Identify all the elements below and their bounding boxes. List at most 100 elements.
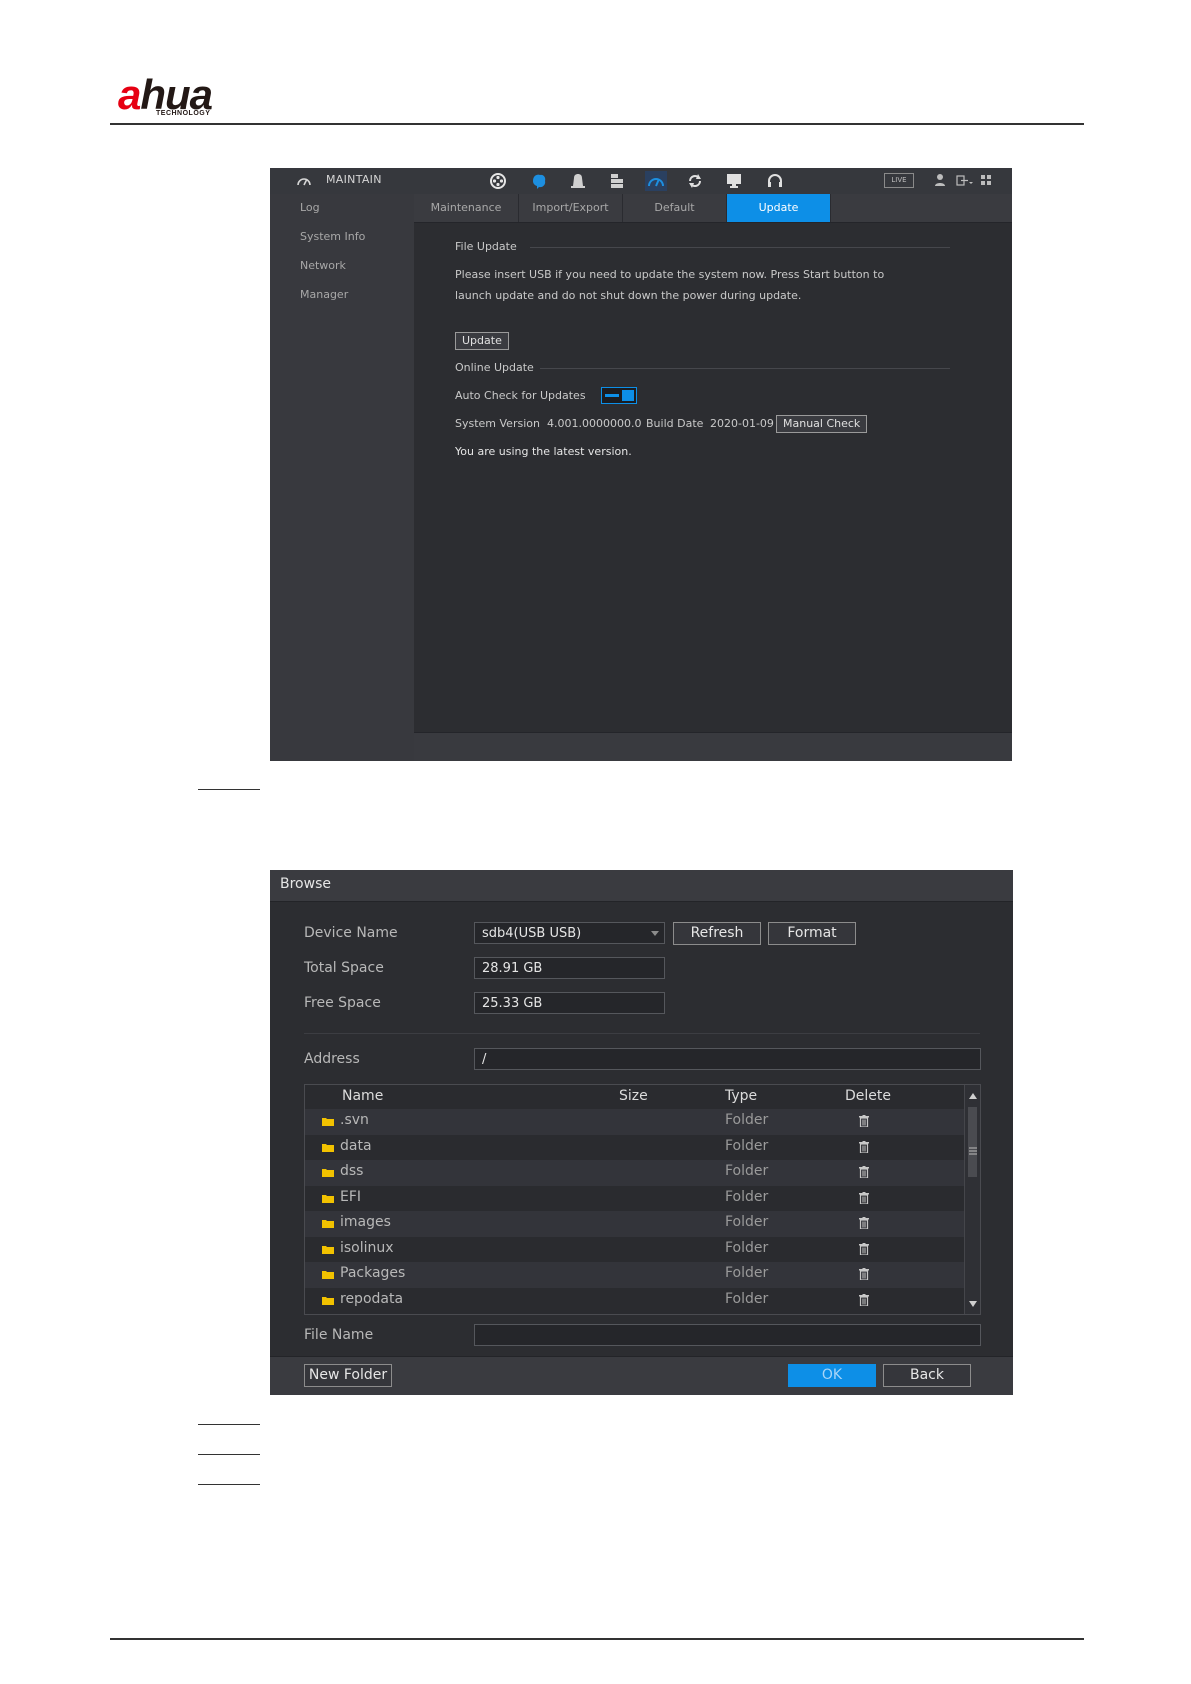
trash-icon[interactable]: [859, 1217, 869, 1229]
refresh-icon[interactable]: [684, 171, 706, 191]
column-header-name[interactable]: Name: [342, 1088, 383, 1104]
manual-check-button[interactable]: Manual Check: [776, 415, 868, 433]
scroll-up-icon[interactable]: [969, 1093, 977, 1099]
table-row[interactable]: isolinux Folder: [305, 1237, 964, 1263]
table-row[interactable]: .svn Folder: [305, 1109, 964, 1135]
table-row[interactable]: repodata Folder: [305, 1288, 964, 1314]
browse-divider: [304, 1033, 980, 1034]
file-name-cell: repodata: [340, 1290, 404, 1307]
table-row[interactable]: Packages Folder: [305, 1262, 964, 1288]
browse-title: Browse: [280, 876, 331, 892]
online-update-divider: [540, 368, 950, 369]
folder-icon: [322, 1169, 334, 1177]
trash-icon[interactable]: [859, 1140, 869, 1153]
sidebar-item-network[interactable]: Network: [300, 259, 346, 272]
trash-icon[interactable]: [859, 1115, 869, 1127]
maintain-gauge-tab-icon[interactable]: [645, 171, 667, 191]
system-version-value: 4.001.0000000.0: [547, 417, 642, 430]
back-button[interactable]: Back: [883, 1364, 971, 1387]
update-button[interactable]: Update: [455, 332, 509, 350]
address-field[interactable]: /: [474, 1048, 981, 1070]
update-status-text: You are using the latest version.: [455, 445, 632, 458]
column-header-size[interactable]: Size: [619, 1088, 648, 1104]
scroll-down-icon[interactable]: [969, 1301, 977, 1307]
file-type-cell: Folder: [725, 1188, 769, 1205]
sidebar-item-system-info[interactable]: System Info: [300, 230, 365, 243]
sidebar-item-manager[interactable]: Manager: [300, 288, 348, 301]
table-row[interactable]: data Folder: [305, 1135, 964, 1161]
maintain-window: MAINTAIN LIVE Log System Info Network Ma…: [270, 168, 1012, 761]
user-icon[interactable]: [934, 173, 946, 188]
live-view-button[interactable]: LIVE: [884, 173, 914, 188]
address-label: Address: [304, 1051, 360, 1067]
step-marker: [198, 1424, 260, 1425]
trash-icon[interactable]: [859, 1166, 869, 1178]
maintain-gauge-icon: [297, 178, 311, 186]
table-row[interactable]: EFI Folder: [305, 1186, 964, 1212]
new-folder-button[interactable]: New Folder: [304, 1364, 392, 1387]
file-table-header: Name Size Type Delete: [305, 1085, 964, 1109]
build-date-label: Build Date: [646, 417, 704, 430]
display-monitor-icon[interactable]: [723, 171, 745, 191]
trash-icon[interactable]: [859, 1242, 869, 1255]
logo-subtitle: TECHNOLOGY: [156, 110, 211, 117]
trash-icon[interactable]: [859, 1268, 869, 1280]
tab-update[interactable]: Update: [727, 194, 831, 222]
browse-title-bar: [270, 870, 1013, 902]
browse-dialog: Browse Device Name sdb4(USB USB) Refresh…: [270, 870, 1013, 1395]
file-name-cell: .svn: [340, 1112, 369, 1128]
refresh-button[interactable]: Refresh: [673, 922, 761, 945]
scroll-grip-icon: [969, 1147, 977, 1155]
folder-icon: [322, 1220, 334, 1228]
chevron-down-icon: [651, 931, 659, 936]
tab-default[interactable]: Default: [623, 194, 727, 222]
file-type-cell: Folder: [725, 1290, 769, 1307]
column-header-type[interactable]: Type: [725, 1088, 757, 1104]
alarm-bell-icon[interactable]: [567, 171, 589, 191]
ok-button[interactable]: OK: [788, 1364, 876, 1387]
file-table: Name Size Type Delete .svn Folder data Fold…: [304, 1084, 981, 1315]
auto-check-toggle[interactable]: [601, 387, 637, 404]
file-name-cell: Packages: [340, 1265, 406, 1281]
device-name-value: sdb4(USB USB): [482, 926, 582, 941]
system-version-label: System Version: [455, 417, 540, 430]
maintain-bottom-bar: [414, 732, 1012, 761]
storage-icon[interactable]: [606, 171, 628, 191]
toggle-knob: [622, 390, 634, 401]
table-row[interactable]: images Folder: [305, 1211, 964, 1237]
ai-brain-icon[interactable]: [528, 171, 550, 191]
file-name-label: File Name: [304, 1327, 374, 1343]
film-reel-icon[interactable]: [487, 171, 509, 191]
scrollbar-thumb[interactable]: [968, 1107, 977, 1177]
grid-menu-icon[interactable]: [980, 173, 992, 188]
file-name-cell: images: [340, 1214, 391, 1230]
trash-icon[interactable]: [859, 1293, 869, 1306]
build-date-value: 2020-01-09: [710, 417, 774, 430]
folder-icon: [322, 1271, 334, 1279]
folder-icon: [322, 1118, 334, 1126]
table-row[interactable]: dss Folder: [305, 1160, 964, 1186]
total-space-label: Total Space: [304, 960, 384, 976]
trash-icon[interactable]: [859, 1191, 869, 1204]
step-marker: [198, 789, 260, 790]
folder-icon: [322, 1296, 334, 1305]
logout-icon[interactable]: [956, 173, 974, 188]
column-header-delete: Delete: [845, 1088, 891, 1104]
dahua-logo: ahua TECHNOLOGY: [118, 72, 258, 122]
device-name-select[interactable]: sdb4(USB USB): [474, 922, 665, 944]
file-type-cell: Folder: [725, 1265, 769, 1281]
tab-maintenance[interactable]: Maintenance: [414, 194, 519, 222]
maintain-title: MAINTAIN: [326, 173, 382, 186]
footer-rule: [110, 1638, 1084, 1640]
format-button[interactable]: Format: [768, 922, 856, 945]
file-name-cell: EFI: [340, 1188, 362, 1205]
file-type-cell: Folder: [725, 1163, 769, 1179]
file-table-scrollbar[interactable]: [964, 1085, 980, 1314]
file-name-input[interactable]: [474, 1324, 981, 1346]
maintain-sidebar: [270, 194, 414, 761]
toggle-track: [605, 394, 619, 397]
tab-import-export[interactable]: Import/Export: [519, 194, 623, 222]
free-space-label: Free Space: [304, 995, 381, 1011]
sidebar-item-log[interactable]: Log: [300, 201, 320, 214]
headset-icon[interactable]: [764, 171, 786, 191]
